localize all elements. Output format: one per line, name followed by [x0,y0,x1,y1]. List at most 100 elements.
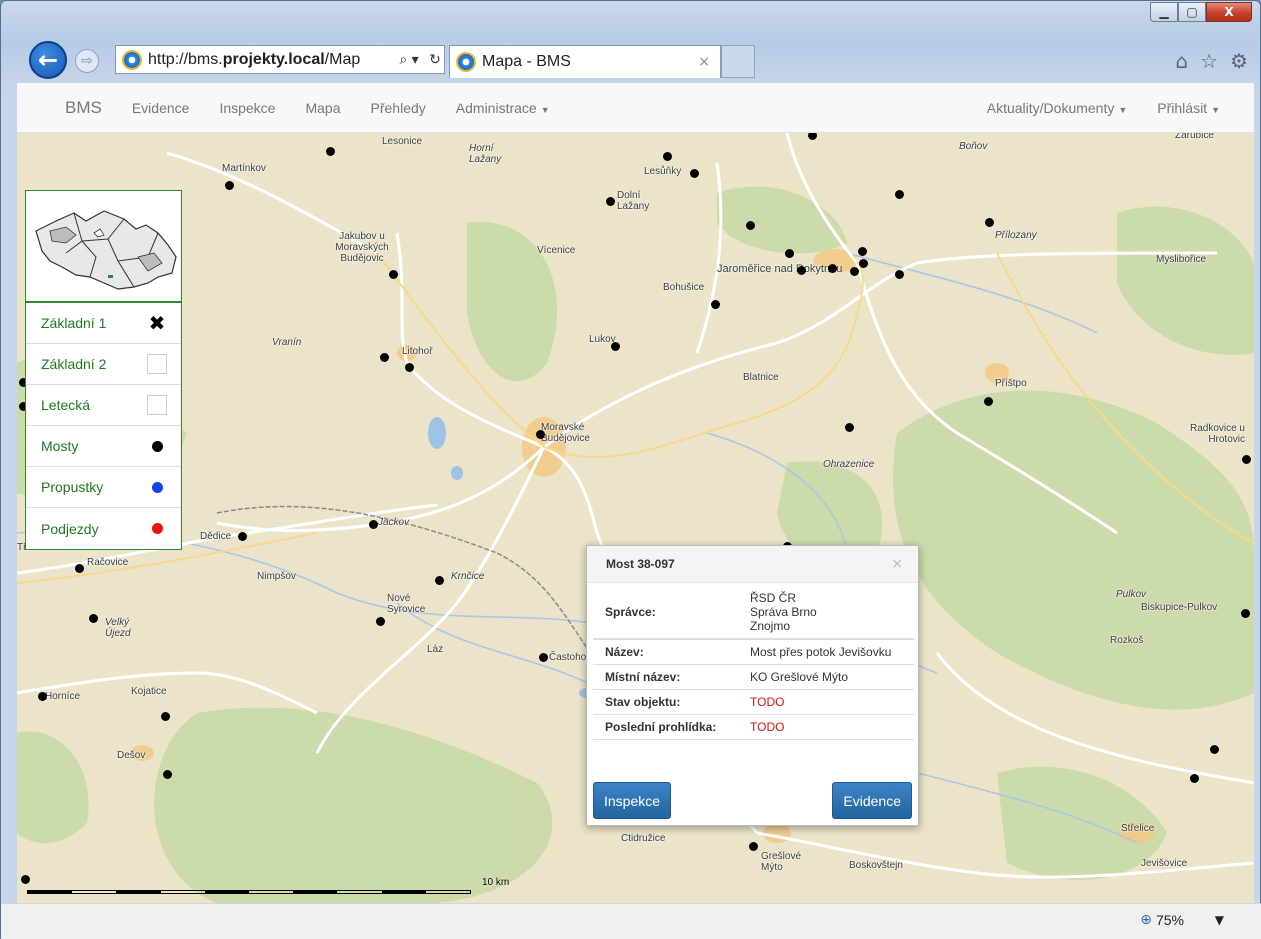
close-window-button[interactable]: X [1206,2,1252,22]
nav-mapa[interactable]: Mapa [305,100,340,116]
blue-dot-icon[interactable] [147,477,167,497]
layer-letecka[interactable]: Letecká [26,385,181,426]
map-canvas[interactable]: Lesonice Horní Lažany Martínkov Lesůňky … [17,133,1254,903]
bridge-marker[interactable] [984,397,993,406]
home-icon[interactable]: ⌂ [1175,49,1188,73]
forward-button[interactable]: ⇨ [75,49,99,73]
table-row: Poslední prohlídka: TODO [593,714,914,740]
place-label: Dešov [117,750,146,761]
nav-administrace[interactable]: Administrace ▼ [456,100,550,116]
minimize-button[interactable]: ▁ [1150,2,1178,22]
bridge-marker[interactable] [75,564,84,573]
brand-link[interactable]: BMS [65,98,102,118]
field-label: Stav objektu: [593,689,738,715]
bridge-marker[interactable] [711,300,720,309]
bridge-marker[interactable] [369,520,378,529]
bridge-marker[interactable] [850,267,859,276]
bridge-marker[interactable] [435,576,444,585]
layer-checkbox[interactable] [147,354,167,374]
place-label: Jackov [378,517,410,528]
close-icon[interactable]: × [891,556,903,572]
place-label: Jaroměřice nad Rokytnou [717,263,843,275]
url-text[interactable]: http://bms.projekty.local/Map [148,51,392,69]
layer-label: Mosty [41,438,79,454]
nav-inspekce[interactable]: Inspekce [219,100,275,116]
nav-evidence[interactable]: Evidence [132,100,190,116]
bridge-marker[interactable] [1242,455,1251,464]
bridge-marker[interactable] [539,653,548,662]
bridge-marker[interactable] [380,353,389,362]
bridge-marker[interactable] [389,270,398,279]
place-label: Jakubov u Moravských Budějovic [335,231,389,264]
place-label: Boňov [959,141,988,152]
bridge-marker[interactable] [690,169,699,178]
bridge-marker[interactable] [785,249,794,258]
bridge-marker[interactable] [845,423,854,432]
new-tab-button[interactable] [721,45,755,78]
bridge-marker[interactable] [163,770,172,779]
bridge-marker[interactable] [238,532,247,541]
red-dot-icon[interactable] [147,519,167,539]
table-row: Stav objektu: TODO [593,689,914,715]
place-label: Rozkoš [1110,635,1144,646]
layer-propustky[interactable]: Propustky [26,467,181,508]
bridge-marker[interactable] [828,264,837,273]
bridge-marker[interactable] [749,842,758,851]
address-bar[interactable]: http://bms.projekty.local/Map ⌕ ▾ ↻ [115,45,445,74]
layer-checkbox[interactable] [147,395,167,415]
bridge-marker[interactable] [663,152,672,161]
gear-icon[interactable]: ⚙ [1230,49,1248,73]
nav-prihlasit[interactable]: Přihlásit ▼ [1157,100,1220,116]
layer-mosty[interactable]: Mosty [26,426,181,467]
layer-podjezdy[interactable]: Podjezdy [26,508,181,549]
layer-label: Základní 1 [41,315,107,331]
refresh-icon[interactable]: ↻ [426,52,444,68]
url-host: projekty.local [222,50,325,68]
place-label: Grešlové Mýto [761,851,802,873]
zoom-level: 75% [1155,912,1184,928]
layer-zakladni-1[interactable]: Základní 1 ✖ [26,303,181,344]
bridge-marker[interactable] [895,190,904,199]
bridge-marker[interactable] [326,147,335,156]
bridge-marker[interactable] [376,617,385,626]
place-label: Lesonice [382,136,423,147]
bridge-marker[interactable] [606,197,615,206]
maximize-button[interactable]: ▢ [1178,2,1206,22]
bridge-marker[interactable] [405,363,414,372]
bridge-marker[interactable] [161,712,170,721]
tab-mapa-bms[interactable]: Mapa - BMS × [449,45,721,78]
back-button[interactable]: ← [29,41,67,79]
caret-down-icon: ▼ [540,104,550,115]
overview-map[interactable] [25,190,182,302]
zoom-control[interactable]: ⊕ 75% [1140,912,1184,928]
value-line: Správa Brno [750,605,817,619]
bridge-marker[interactable] [858,247,867,256]
bridge-marker[interactable] [225,181,234,190]
nav-aktuality[interactable]: Aktuality/Dokumenty ▼ [987,100,1128,116]
bridge-marker[interactable] [895,270,904,279]
black-dot-icon[interactable] [147,436,167,456]
status-bar: ⊕ 75% ▼ [1,903,1261,939]
bridge-marker[interactable] [797,266,806,275]
star-icon[interactable]: ☆ [1200,49,1218,73]
tab-close-icon[interactable]: × [698,54,710,70]
bridge-marker[interactable] [1190,774,1199,783]
inspekce-button[interactable]: Inspekce [593,782,672,819]
bridge-marker[interactable] [985,218,994,227]
bridge-marker[interactable] [89,614,98,623]
scale-label: 10 km [482,877,510,888]
search-dropdown-icon[interactable]: ⌕ ▾ [392,52,426,68]
bridge-marker[interactable] [21,875,30,884]
bridge-marker[interactable] [859,259,868,268]
bridge-marker[interactable] [1241,609,1250,618]
bridge-marker[interactable] [536,430,545,439]
evidence-button[interactable]: Evidence [832,782,912,819]
bridge-marker[interactable] [746,221,755,230]
layer-zakladni-2[interactable]: Základní 2 [26,344,181,385]
bridge-marker[interactable] [38,692,47,701]
bridge-marker[interactable] [1210,745,1219,754]
bridge-marker[interactable] [611,342,620,351]
layer-checked-x-icon[interactable]: ✖ [147,311,167,335]
zoom-dropdown-icon[interactable]: ▼ [1215,913,1224,927]
nav-prehledy[interactable]: Přehledy [371,100,426,116]
